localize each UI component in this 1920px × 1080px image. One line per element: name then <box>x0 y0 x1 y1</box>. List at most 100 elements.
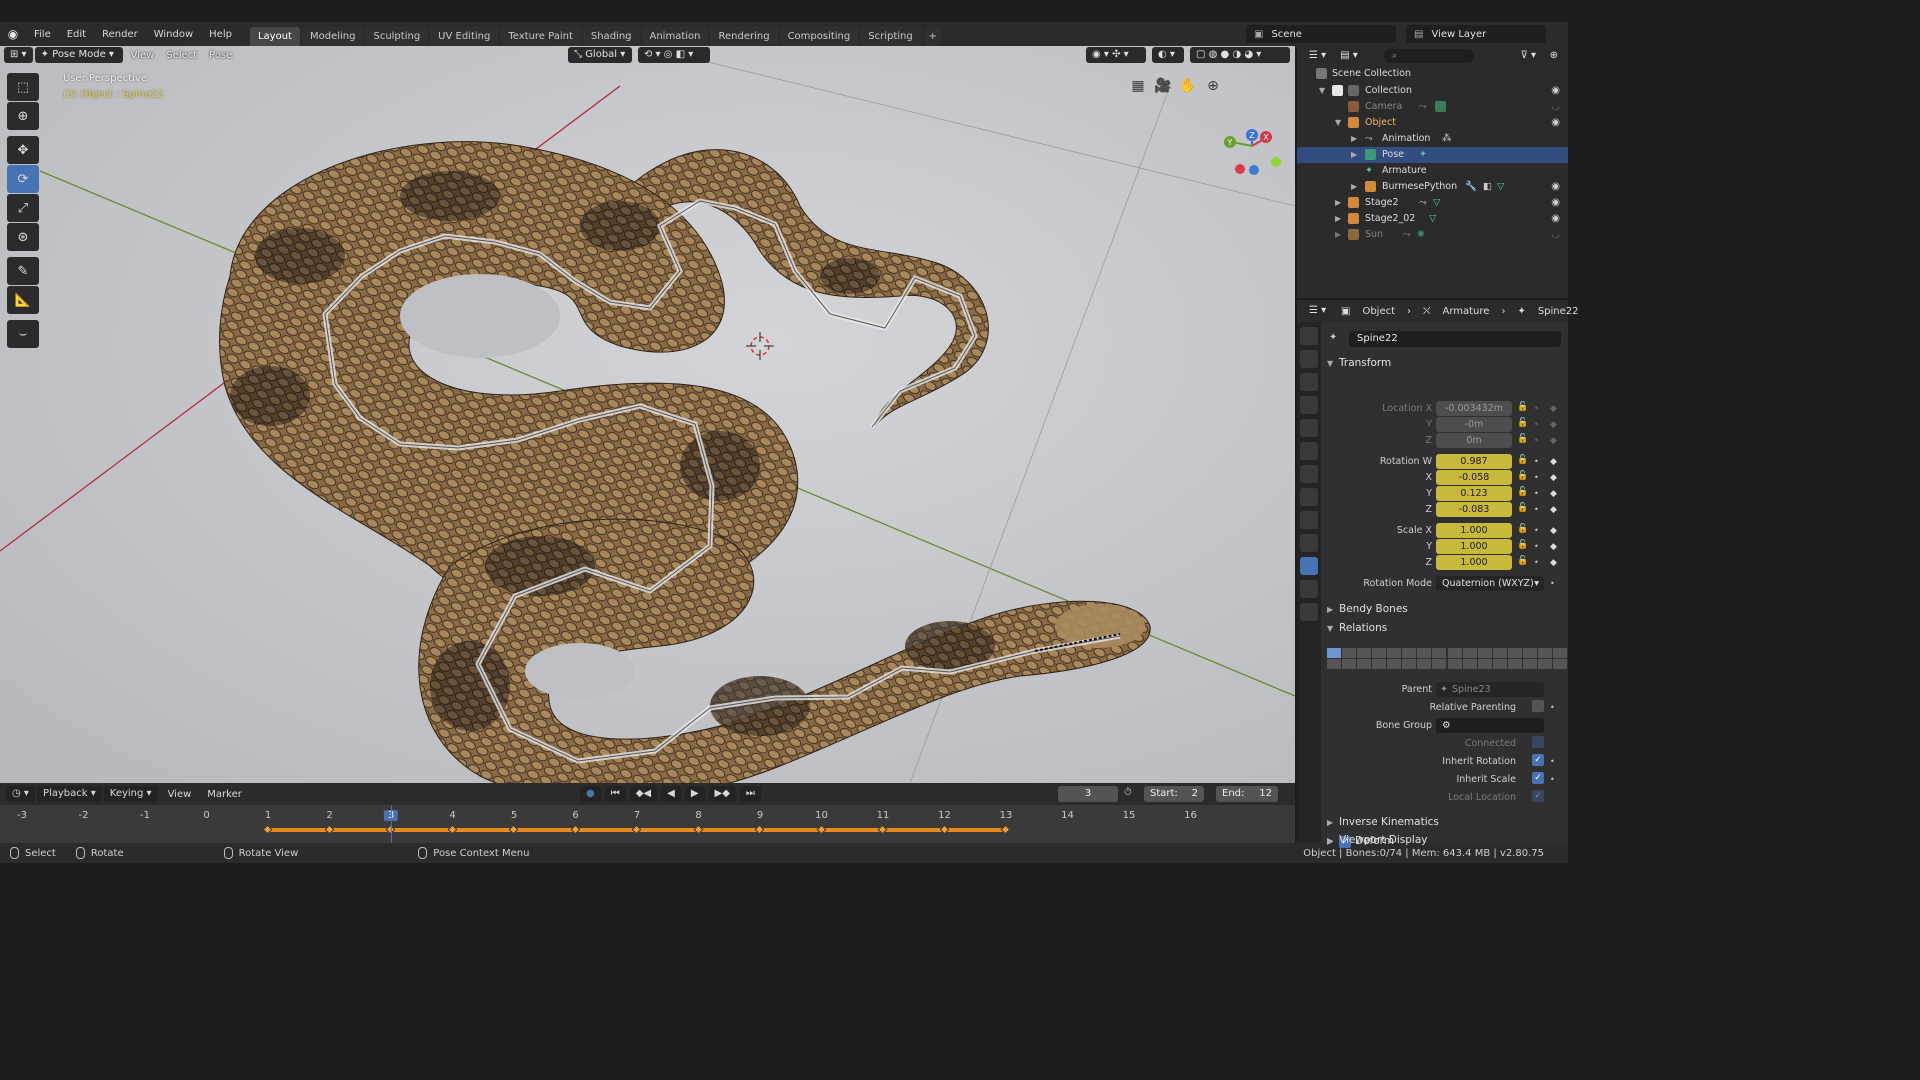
tab-modeling[interactable]: Modeling <box>301 27 364 46</box>
properties-editor-type[interactable]: ☰ ▾ <box>1303 303 1333 319</box>
eye-icon[interactable]: ◉ <box>1551 179 1560 195</box>
keyframe-dot-icon[interactable]: • <box>1534 454 1539 470</box>
mode-selector[interactable]: ✦ Pose Mode ▾ <box>34 47 123 63</box>
keyframe-dot-icon[interactable]: • <box>1534 486 1539 502</box>
constraints-tab-icon[interactable] <box>1300 511 1318 529</box>
tab-compositing[interactable]: Compositing <box>779 27 859 46</box>
eye-icon[interactable]: ◉ <box>1551 115 1560 131</box>
keyframe-dot-icon[interactable]: • <box>1534 555 1539 571</box>
jump-end-icon[interactable]: ⏭ <box>739 786 761 802</box>
measure-tool-icon[interactable]: 📐 <box>7 286 39 314</box>
keyframe-dot-icon[interactable]: • <box>1534 502 1539 518</box>
keyframe-diamond-icon[interactable]: ◆ <box>1550 454 1557 470</box>
move-tool-icon[interactable]: ✥ <box>7 136 39 164</box>
keyframe-diamond[interactable] <box>693 824 703 835</box>
view-menu[interactable]: View <box>125 50 161 61</box>
bone-constraints-tab-icon[interactable] <box>1300 580 1318 598</box>
keyframe-dot-icon[interactable]: • <box>1534 401 1539 417</box>
relax-pose-tool-icon[interactable]: ⌣ <box>7 320 39 348</box>
checkbox-icon[interactable] <box>1332 85 1343 96</box>
playback-menu[interactable]: Playback ▾ <box>36 786 102 802</box>
keyframe-diamond-icon[interactable]: ◆ <box>1550 539 1557 555</box>
lock-icon[interactable]: 🔓 <box>1517 555 1529 568</box>
lock-icon[interactable]: 🔓 <box>1517 454 1529 467</box>
lock-icon[interactable]: 🔓 <box>1517 417 1529 430</box>
visibility-gizmo-toggles[interactable]: ◉ ▾ ✣ ▾ <box>1086 47 1146 63</box>
timeline-editor-type[interactable]: ◷ ▾ <box>6 786 35 802</box>
add-workspace-button[interactable]: + <box>924 28 941 46</box>
keyframe-dot-icon[interactable]: • <box>1550 754 1555 770</box>
keyframe-dot-icon[interactable]: • <box>1534 523 1539 539</box>
rotation-mode-dropdown[interactable]: Quaternion (WXYZ) ▾ <box>1436 576 1544 591</box>
location-y-field[interactable]: -0m <box>1436 417 1512 432</box>
scale-tool-icon[interactable]: ⤢ <box>7 194 39 222</box>
view-layer-tab-icon[interactable] <box>1300 396 1318 414</box>
menu-window[interactable]: Window <box>146 29 201 40</box>
overlay-toggle[interactable]: ◐ ▾ <box>1152 47 1184 63</box>
record-button[interactable]: ● <box>580 786 601 802</box>
outliner-row-animation[interactable]: ▶ ⤳ Animation ⁂ <box>1297 131 1568 147</box>
expand-arrow-icon[interactable]: ▼ <box>1319 83 1325 99</box>
pose-menu[interactable]: Pose <box>203 50 238 61</box>
timeline-ruler[interactable]: -3-2-1012345678910111213141516 <box>0 805 1295 843</box>
menu-render[interactable]: Render <box>94 29 146 40</box>
lock-icon[interactable]: 🔓 <box>1517 401 1529 414</box>
outliner-row-burmesepython[interactable]: ▶ BurmesePython 🔧 ◧ ▽ ◉ <box>1297 179 1568 195</box>
tab-uv-editing[interactable]: UV Editing <box>430 27 499 46</box>
tab-scripting[interactable]: Scripting <box>860 27 921 46</box>
scale-x-field[interactable]: 1.000 <box>1436 523 1512 538</box>
select-menu[interactable]: Select <box>160 50 203 61</box>
3d-viewport[interactable]: Z X Y ⊞ ▾ ✦ Pose Mode ▾ View Select Pose… <box>0 46 1295 783</box>
filter-icon[interactable]: ⊽ ▾ <box>1514 48 1542 64</box>
menu-file[interactable]: File <box>26 29 59 40</box>
editor-type-button[interactable]: ⊞ ▾ <box>4 47 33 63</box>
outliner-row-object[interactable]: ▼ Object ◉ <box>1297 115 1568 131</box>
keyframe-dot-icon[interactable]: • <box>1550 700 1555 716</box>
keyframe-diamond-icon[interactable]: ◆ <box>1550 502 1557 518</box>
keyframe-diamond[interactable] <box>262 824 273 835</box>
jump-start-icon[interactable]: ⏮ <box>604 786 626 802</box>
armature-data-tab-icon[interactable] <box>1300 534 1318 552</box>
texture-tab-icon[interactable] <box>1300 603 1318 621</box>
keying-menu[interactable]: Keying ▾ <box>103 786 158 802</box>
keyframe-dot-icon[interactable]: • <box>1534 539 1539 555</box>
location-x-field[interactable]: -0.003432m <box>1436 401 1512 416</box>
current-frame-field[interactable]: 3 <box>1058 786 1118 802</box>
eye-closed-icon[interactable]: ◡ <box>1551 99 1560 115</box>
tab-rendering[interactable]: Rendering <box>710 27 778 46</box>
keyframe-diamond[interactable] <box>877 824 888 835</box>
eye-closed-icon[interactable]: ◡ <box>1551 227 1560 243</box>
relations-panel-header[interactable]: ▼ Relations <box>1327 622 1387 634</box>
keyframe-diamond[interactable] <box>508 824 519 835</box>
expand-arrow-icon[interactable]: ▶ <box>1335 211 1341 227</box>
lock-icon[interactable]: 🔓 <box>1517 486 1529 499</box>
keyframe-diamond-icon[interactable]: ◆ <box>1550 401 1557 417</box>
transform-orientation[interactable]: ⤡ Global ▾ <box>568 47 632 63</box>
keyframe-diamond-icon[interactable]: ◆ <box>1550 486 1557 502</box>
eye-icon[interactable]: ◉ <box>1551 195 1560 211</box>
connected-checkbox[interactable] <box>1532 736 1544 748</box>
keyframe-dot-icon[interactable]: • <box>1534 470 1539 486</box>
bone-layers-right[interactable] <box>1448 648 1567 670</box>
expand-arrow-icon[interactable]: ▶ <box>1351 147 1357 163</box>
rotation-y-field[interactable]: 0.123 <box>1436 486 1512 501</box>
local-location-checkbox[interactable]: ✓ <box>1532 790 1544 802</box>
camera-view-icon[interactable]: 🎥 <box>1153 76 1173 96</box>
select-box-tool-icon[interactable]: ⬚ <box>7 73 39 101</box>
outliner-editor-type[interactable]: ☰ ▾ <box>1303 48 1333 64</box>
tab-sculpting[interactable]: Sculpting <box>365 27 429 46</box>
eye-icon[interactable]: ◉ <box>1551 83 1560 99</box>
inherit-scale-checkbox[interactable]: ✓ <box>1532 772 1544 784</box>
rotation-z-field[interactable]: -0.083 <box>1436 502 1512 517</box>
relative-parenting-checkbox[interactable] <box>1532 700 1544 712</box>
tab-shading[interactable]: Shading <box>582 27 640 46</box>
lock-icon[interactable]: 🔓 <box>1517 523 1529 536</box>
outliner-row-scene-collection[interactable]: Scene Collection <box>1297 66 1568 82</box>
lock-icon[interactable]: 🔓 <box>1517 502 1529 515</box>
outliner-row-pose[interactable]: ▶ Pose ✦ <box>1297 147 1568 163</box>
display-mode-button[interactable]: ▤ ▾ <box>1334 48 1364 64</box>
end-frame-field[interactable]: End: 12 <box>1216 786 1278 802</box>
rotation-x-field[interactable]: -0.058 <box>1436 470 1512 485</box>
stopwatch-icon[interactable]: ⏱ <box>1124 787 1132 798</box>
outliner-search-input[interactable]: ⌕ <box>1383 49 1474 63</box>
